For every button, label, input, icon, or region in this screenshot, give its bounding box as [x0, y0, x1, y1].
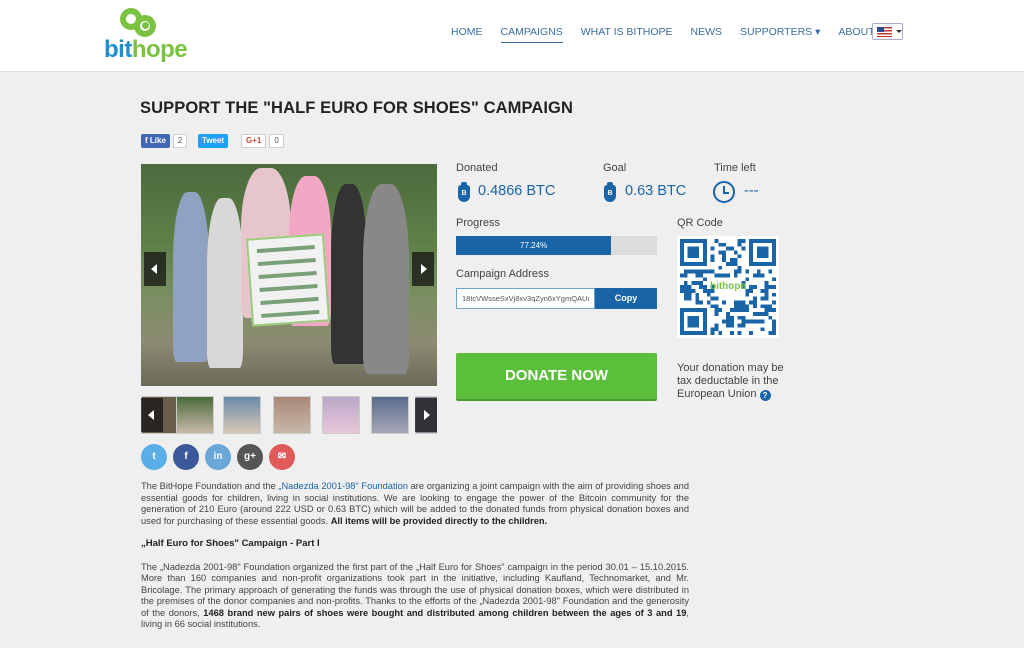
bitcoin-bag-icon: B: [604, 182, 616, 202]
description-paragraph: The BitHope Foundation and the „Nadezda …: [141, 481, 689, 527]
language-selector[interactable]: [872, 23, 903, 40]
thumbs-next-arrow-icon[interactable]: [415, 398, 437, 432]
photo-thumbnail-strip: [141, 396, 437, 434]
campaign-banner: [246, 233, 330, 327]
photo-next-arrow-icon[interactable]: [412, 252, 434, 286]
donated-label: Donated: [456, 162, 498, 174]
logo-text-hope: hope: [131, 36, 188, 63]
logo-dot: [142, 22, 149, 29]
facebook-like-button[interactable]: f Like 2: [141, 134, 188, 148]
googleplus-icon[interactable]: g+: [237, 444, 263, 470]
linkedin-icon[interactable]: in: [205, 444, 231, 470]
nav-supporters[interactable]: SUPPORTERS ▾: [740, 26, 820, 43]
site-header: bithope HOME CAMPAIGNS WHAT IS BITHOPE N…: [0, 0, 1024, 72]
logo-text: bithope: [104, 36, 188, 64]
page-title: SUPPORT THE "HALF EURO FOR SHOES" CAMPAI…: [140, 99, 573, 117]
qr-code-label: QR Code: [677, 217, 723, 229]
campaign-address-label: Campaign Address: [456, 268, 549, 280]
bithope-logo[interactable]: bithope: [104, 8, 188, 64]
thumbnail[interactable]: [273, 396, 311, 434]
time-left-label: Time left: [714, 162, 756, 174]
clock-icon: [713, 181, 735, 203]
us-flag-icon: [877, 27, 892, 37]
description-text: The BitHope Foundation and the: [141, 481, 279, 491]
time-left-value: ---: [744, 183, 759, 199]
progress-label: Progress: [456, 217, 501, 229]
photo-figure: [207, 198, 243, 368]
description-bold-text: All items will be provided directly to t…: [330, 515, 548, 526]
banner-line: [259, 283, 318, 292]
goal-value: 0.63 BTC: [625, 183, 687, 199]
photo-figure: [173, 192, 209, 362]
thumbnail[interactable]: [223, 396, 261, 434]
google-plus-button[interactable]: G+1 0: [241, 134, 284, 148]
banner-line: [261, 309, 320, 318]
goal-label: Goal: [603, 162, 627, 174]
nav-news[interactable]: NEWS: [691, 26, 723, 43]
banner-line: [257, 258, 316, 267]
donated-value: 0.4866 BTC: [478, 183, 556, 199]
campaign-description: The BitHope Foundation and the „Nadezda …: [141, 481, 689, 642]
nav-campaigns[interactable]: CAMPAIGNS: [500, 26, 563, 43]
google-plus-label: G+1: [241, 134, 267, 148]
donate-now-button[interactable]: DONATE NOW: [456, 353, 657, 399]
photo-figure: [331, 184, 367, 364]
description-paragraph: The „Nadezda 2001-98" Foundation organiz…: [141, 562, 689, 631]
qr-code: bithope: [677, 236, 779, 338]
help-icon[interactable]: ?: [759, 390, 771, 401]
campaign-main-photo: [141, 164, 437, 386]
nadezda-foundation-link[interactable]: „Nadezda 2001-98" Foundation: [278, 481, 408, 491]
thumbnail[interactable]: [371, 396, 409, 434]
nav-home[interactable]: HOME: [451, 26, 483, 43]
banner-line: [256, 245, 315, 254]
twitter-icon[interactable]: t: [141, 444, 167, 470]
progress-bar: 77.24%: [456, 236, 657, 255]
photo-prev-arrow-icon[interactable]: [144, 252, 166, 286]
banner-line: [260, 296, 319, 305]
bitcoin-bag-icon: B: [458, 182, 470, 202]
facebook-icon[interactable]: f: [173, 444, 199, 470]
campaign-address-input[interactable]: [456, 288, 595, 309]
description-bold-text: 1468 brand new pairs of shoes were bough…: [203, 607, 687, 618]
banner-line: [258, 270, 317, 280]
facebook-like-label: f Like: [141, 134, 170, 148]
email-icon[interactable]: ✉: [269, 444, 295, 470]
main-nav: HOME CAMPAIGNS WHAT IS BITHOPE NEWS SUPP…: [451, 26, 910, 43]
chevron-down-icon: [896, 30, 902, 33]
svg-text:bithope: bithope: [710, 281, 746, 292]
copy-address-button[interactable]: Copy: [595, 288, 657, 309]
tax-deductible-note: Your donation may be tax deductable in t…: [677, 362, 797, 401]
tweet-label: Tweet: [198, 134, 229, 148]
photo-figure: [363, 184, 409, 374]
logo-text-bit: bit: [104, 36, 132, 63]
thumbnail[interactable]: [176, 396, 214, 434]
facebook-like-count: 2: [172, 134, 188, 148]
nav-what-is-bithope[interactable]: WHAT IS BITHOPE: [581, 26, 673, 43]
tweet-button[interactable]: Tweet: [198, 134, 229, 148]
thumbnail[interactable]: [322, 396, 360, 434]
google-plus-count: 0: [269, 134, 284, 148]
thumbs-prev-arrow-icon[interactable]: [141, 398, 163, 432]
section-heading: „Half Euro for Shoes" Campaign - Part I: [141, 538, 320, 549]
progress-fill: 77.24%: [456, 236, 612, 255]
